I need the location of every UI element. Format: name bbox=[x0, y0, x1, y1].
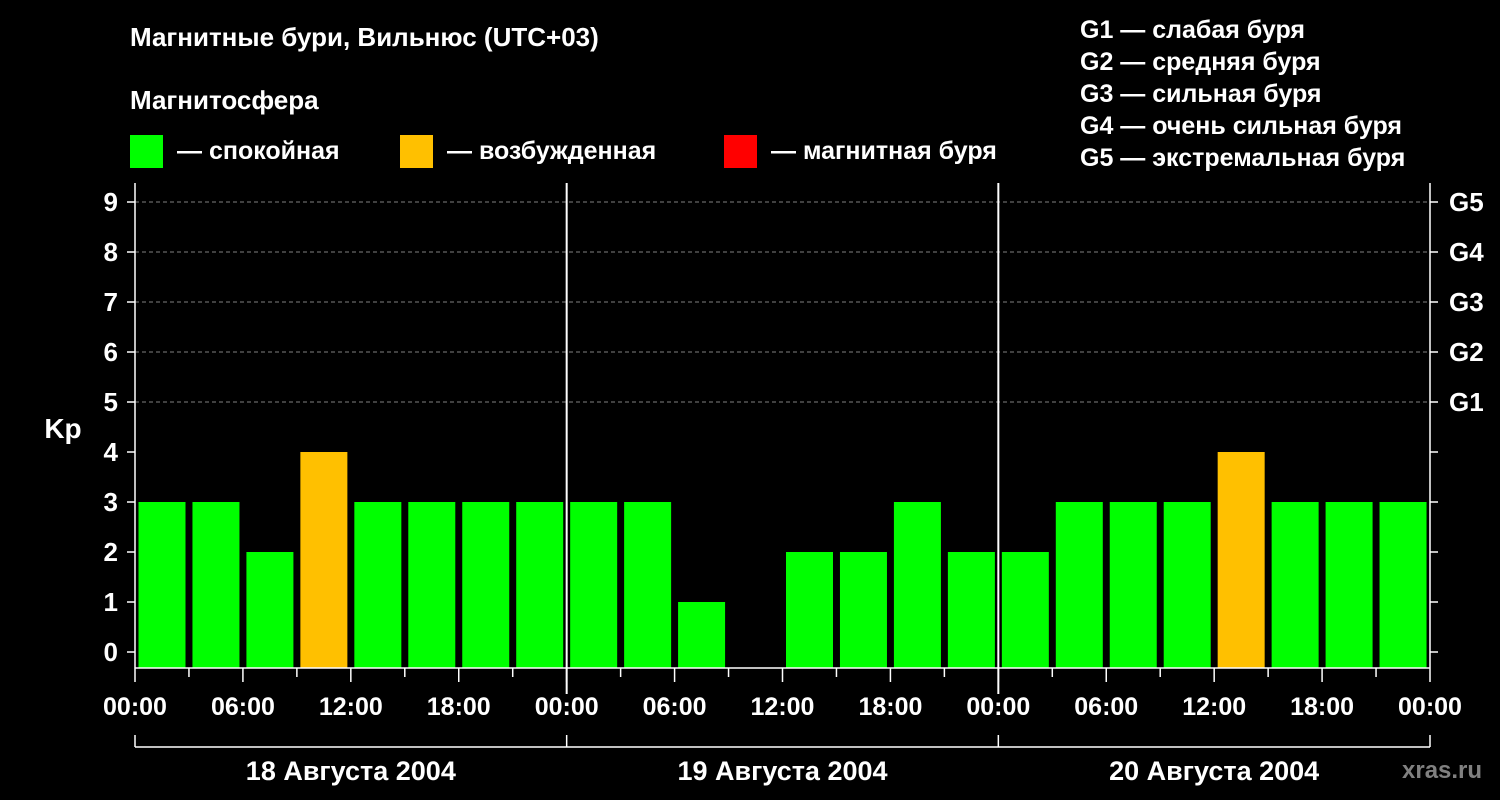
x-tick-label: 18:00 bbox=[858, 693, 922, 721]
kp-bar bbox=[1109, 502, 1157, 668]
y-tick-label: 3 bbox=[104, 487, 118, 517]
kp-bar bbox=[839, 552, 887, 668]
x-tick-label: 06:00 bbox=[643, 693, 707, 721]
kp-bar bbox=[246, 552, 294, 668]
kp-bar bbox=[354, 502, 402, 668]
watermark: xras.ru bbox=[1402, 757, 1483, 784]
kp-bar bbox=[138, 502, 186, 668]
kp-bar bbox=[1379, 502, 1427, 668]
g-scale-tick-label: G2 bbox=[1449, 337, 1484, 367]
y-tick-label: 1 bbox=[104, 587, 118, 617]
y-tick-label: 0 bbox=[104, 637, 118, 667]
x-tick-label: 12:00 bbox=[751, 693, 815, 721]
x-tick-label: 18:00 bbox=[427, 693, 491, 721]
kp-bar bbox=[516, 502, 564, 668]
g-scale-tick-label: G5 bbox=[1449, 187, 1484, 217]
x-tick-label: 00:00 bbox=[103, 693, 167, 721]
x-tick-label: 00:00 bbox=[535, 693, 599, 721]
kp-bar bbox=[462, 502, 510, 668]
x-tick-label: 12:00 bbox=[1182, 693, 1246, 721]
day-label: 20 Августа 2004 bbox=[1109, 756, 1319, 786]
kp-bar bbox=[1217, 452, 1265, 668]
x-tick-label: 00:00 bbox=[966, 693, 1030, 721]
x-tick-label: 18:00 bbox=[1290, 693, 1354, 721]
day-label: 18 Августа 2004 bbox=[246, 756, 456, 786]
x-tick-label: 00:00 bbox=[1398, 693, 1462, 721]
kp-bar bbox=[1271, 502, 1319, 668]
y-tick-label: 9 bbox=[104, 187, 118, 217]
day-label: 19 Августа 2004 bbox=[677, 756, 887, 786]
g-scale-tick-label: G3 bbox=[1449, 287, 1484, 317]
kp-bar bbox=[1055, 502, 1103, 668]
x-tick-label: 12:00 bbox=[319, 693, 383, 721]
kp-bar bbox=[624, 502, 672, 668]
y-tick-label: 2 bbox=[104, 537, 118, 567]
kp-bar-chart: 0 1 2 3 4 5 6 7 8 9 G1 G2 G3 G4 G5 Kp 00:00 06:00 12:00 18:… bbox=[44, 183, 1484, 786]
kp-bar bbox=[570, 502, 618, 668]
y-tick-label: 7 bbox=[104, 287, 118, 317]
x-tick-label: 06:00 bbox=[211, 693, 275, 721]
kp-bar bbox=[678, 602, 726, 668]
g-scale-tick-label: G4 bbox=[1449, 237, 1484, 267]
y-tick-label: 6 bbox=[104, 337, 118, 367]
y-tick-label: 8 bbox=[104, 237, 118, 267]
y-tick-label: 5 bbox=[104, 387, 118, 417]
kp-bar bbox=[1325, 502, 1373, 668]
kp-bar bbox=[893, 502, 941, 668]
y-axis-label: Kp bbox=[44, 413, 81, 444]
kp-bar bbox=[1001, 552, 1049, 668]
kp-bar bbox=[947, 552, 995, 668]
kp-bar bbox=[786, 552, 833, 668]
kp-bar bbox=[1163, 502, 1211, 668]
y-tick-label: 4 bbox=[104, 437, 119, 467]
kp-bar bbox=[300, 452, 348, 668]
kp-bar bbox=[192, 502, 240, 668]
kp-bar bbox=[408, 502, 456, 668]
g-scale-tick-label: G1 bbox=[1449, 387, 1484, 417]
x-tick-label: 06:00 bbox=[1074, 693, 1138, 721]
